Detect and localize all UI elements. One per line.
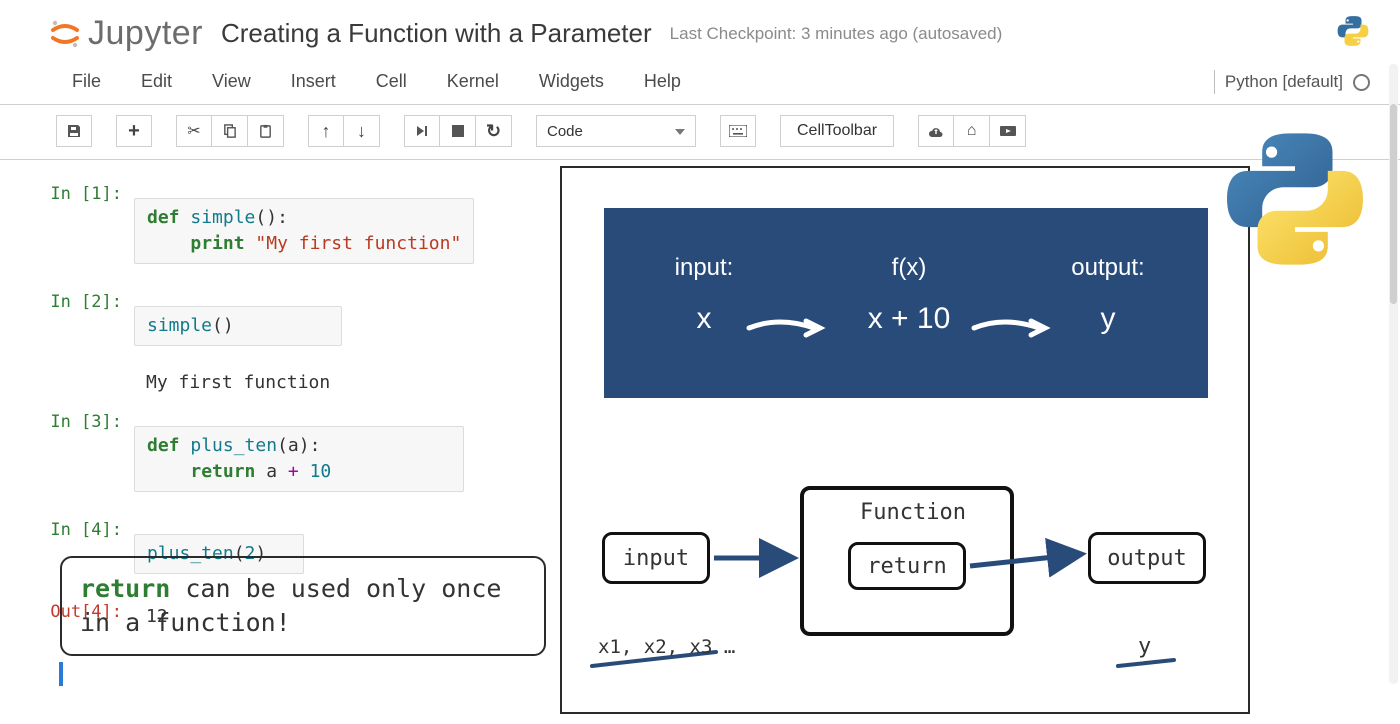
insert-cell-button[interactable]: + xyxy=(116,115,152,147)
save-button[interactable] xyxy=(56,115,92,147)
input-sub-label: x1, x2, x3 … xyxy=(598,636,735,658)
kernel-name: Python [default] xyxy=(1225,72,1343,92)
cell-output: My first function xyxy=(134,364,342,402)
note-keyword: return xyxy=(80,574,170,603)
plus-icon: + xyxy=(128,120,140,143)
restart-button[interactable]: ↻ xyxy=(476,115,512,147)
move-up-button[interactable]: ↑ xyxy=(308,115,344,147)
python-logo-large xyxy=(1220,124,1370,274)
python-icon xyxy=(1336,14,1370,48)
nbextensions-button[interactable]: ⌂ xyxy=(954,115,990,147)
menu-widgets[interactable]: Widgets xyxy=(539,71,604,92)
jupyter-logo-icon xyxy=(48,17,82,51)
arrow-down-icon: ↓ xyxy=(357,121,366,142)
return-note: return can be used only once in a functi… xyxy=(60,556,546,656)
save-icon xyxy=(66,123,82,139)
in-prompt: In [1]: xyxy=(22,180,134,208)
panel-arrow-icon xyxy=(749,322,814,328)
step-forward-icon xyxy=(415,124,429,138)
kernel-status-icon xyxy=(1353,74,1370,91)
run-button[interactable] xyxy=(404,115,440,147)
paste-button[interactable] xyxy=(248,115,284,147)
refresh-icon: ↻ xyxy=(486,121,501,142)
menubar: File Edit View Insert Cell Kernel Widget… xyxy=(0,63,1400,105)
output-box: output xyxy=(1088,532,1206,584)
cell-code[interactable]: def plus_ten(a): return a + 10 xyxy=(134,426,464,492)
slideshow-button[interactable] xyxy=(990,115,1026,147)
cut-button[interactable]: ✂ xyxy=(176,115,212,147)
keyboard-icon xyxy=(729,125,747,137)
input-box: input xyxy=(602,532,710,584)
cloud-upload-icon xyxy=(928,124,944,138)
interrupt-button[interactable] xyxy=(440,115,476,147)
header: Jupyter Creating a Function with a Param… xyxy=(0,0,1400,63)
cell-type-select[interactable]: Code xyxy=(536,115,696,147)
menu-file[interactable]: File xyxy=(72,71,101,92)
cell-code[interactable]: simple() xyxy=(134,306,342,346)
jupyter-logo-text: Jupyter xyxy=(88,14,203,53)
output-sub-label: y xyxy=(1138,634,1151,659)
arrow-up-icon: ↑ xyxy=(322,121,331,142)
paste-icon xyxy=(258,124,273,139)
return-box: return xyxy=(848,542,966,590)
menu-help[interactable]: Help xyxy=(644,71,681,92)
in-prompt: In [4]: xyxy=(22,516,134,544)
menu-kernel[interactable]: Kernel xyxy=(447,71,499,92)
diagram-panel: input: x f(x) x + 10 output: y xyxy=(604,208,1208,398)
move-down-button[interactable]: ↓ xyxy=(344,115,380,147)
cell-code[interactable]: def simple(): print "My first function" xyxy=(134,198,474,264)
celltoolbar-button[interactable]: CellToolbar xyxy=(780,115,894,147)
gift-icon: ⌂ xyxy=(967,122,977,140)
menu-cell[interactable]: Cell xyxy=(376,71,407,92)
scissors-icon: ✂ xyxy=(187,121,200,141)
menu-insert[interactable]: Insert xyxy=(291,71,336,92)
function-diagram: input: x f(x) x + 10 output: y input Fun… xyxy=(560,166,1250,714)
kernel-indicator: Python [default] xyxy=(1214,70,1370,94)
checkpoint-text: Last Checkpoint: 3 minutes ago (autosave… xyxy=(670,24,1003,44)
function-label: Function xyxy=(860,500,966,525)
slides-icon xyxy=(999,124,1017,138)
command-palette-button[interactable] xyxy=(720,115,756,147)
menu-view[interactable]: View xyxy=(212,71,251,92)
in-prompt: In [3]: xyxy=(22,408,134,436)
copy-icon xyxy=(222,124,237,139)
toolbar: + ✂ ↑ ↓ ↻ Code CellToolbar ⌂ xyxy=(0,105,1400,160)
menu-edit[interactable]: Edit xyxy=(141,71,172,92)
copy-button[interactable] xyxy=(212,115,248,147)
jupyter-logo[interactable]: Jupyter xyxy=(48,14,203,53)
scrollbar[interactable] xyxy=(1389,64,1398,684)
in-prompt: In [2]: xyxy=(22,288,134,316)
upload-button[interactable] xyxy=(918,115,954,147)
notebook-title[interactable]: Creating a Function with a Parameter xyxy=(221,18,652,49)
cursor-indicator xyxy=(59,662,63,686)
stop-icon xyxy=(452,125,464,137)
